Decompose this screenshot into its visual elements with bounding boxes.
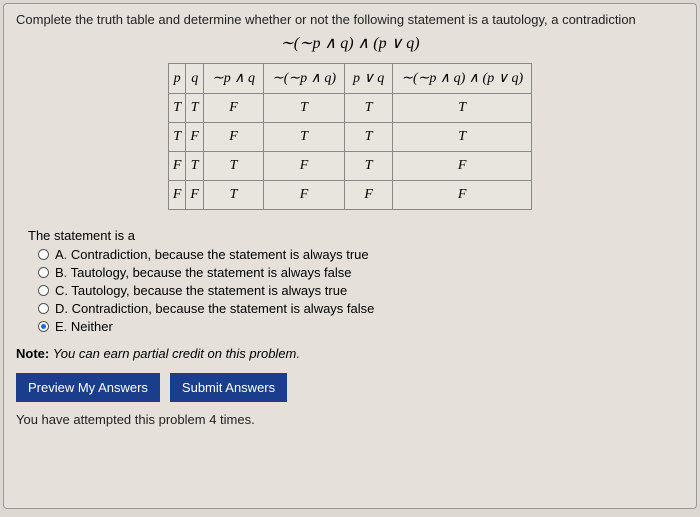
radio-icon	[38, 303, 49, 314]
choice-b[interactable]: B. Tautology, because the statement is a…	[38, 265, 684, 280]
col-result: ∼(∼p ∧ q) ∧ (p ∨ q)	[393, 64, 532, 94]
radio-icon	[38, 267, 49, 278]
choice-c[interactable]: C. Tautology, because the statement is a…	[38, 283, 684, 298]
radio-icon	[38, 321, 49, 332]
choice-label: B. Tautology, because the statement is a…	[55, 265, 352, 280]
question-text: Complete the truth table and determine w…	[16, 12, 684, 27]
col-q: q	[186, 64, 204, 94]
radio-icon	[38, 249, 49, 260]
answers-block: The statement is a A. Contradiction, bec…	[28, 228, 684, 334]
radio-icon	[38, 285, 49, 296]
submit-answers-button[interactable]: Submit Answers	[170, 373, 287, 402]
table-header-row: p q ∼p ∧ q ∼(∼p ∧ q) p ∨ q ∼(∼p ∧ q) ∧ (…	[168, 64, 531, 94]
attempts-text: You have attempted this problem 4 times.	[16, 412, 684, 427]
partial-credit-note: Note: You can earn partial credit on thi…	[16, 346, 684, 361]
choice-d[interactable]: D. Contradiction, because the statement …	[38, 301, 684, 316]
table-row: F F T F F F	[168, 181, 531, 210]
choice-label: C. Tautology, because the statement is a…	[55, 283, 347, 298]
choice-e[interactable]: E. Neither	[38, 319, 684, 334]
preview-answers-button[interactable]: Preview My Answers	[16, 373, 160, 402]
col-notp-and-q: ∼p ∧ q	[203, 64, 263, 94]
note-text: You can earn partial credit on this prob…	[53, 346, 300, 361]
note-label: Note:	[16, 346, 49, 361]
truth-table: p q ∼p ∧ q ∼(∼p ∧ q) p ∨ q ∼(∼p ∧ q) ∧ (…	[168, 63, 532, 210]
choice-a[interactable]: A. Contradiction, because the statement …	[38, 247, 684, 262]
choice-label: E. Neither	[55, 319, 113, 334]
table-row: T T F T T T	[168, 94, 531, 123]
col-p-or-q: p ∨ q	[345, 64, 393, 94]
col-not-notp-and-q: ∼(∼p ∧ q)	[263, 64, 344, 94]
table-row: T F F T T T	[168, 123, 531, 152]
table-row: F T T F T F	[168, 152, 531, 181]
col-p: p	[168, 64, 186, 94]
main-formula: ∼(∼p ∧ q) ∧ (p ∨ q)	[16, 33, 684, 53]
answers-lead: The statement is a	[28, 228, 684, 243]
choice-label: D. Contradiction, because the statement …	[55, 301, 374, 316]
choice-label: A. Contradiction, because the statement …	[55, 247, 369, 262]
